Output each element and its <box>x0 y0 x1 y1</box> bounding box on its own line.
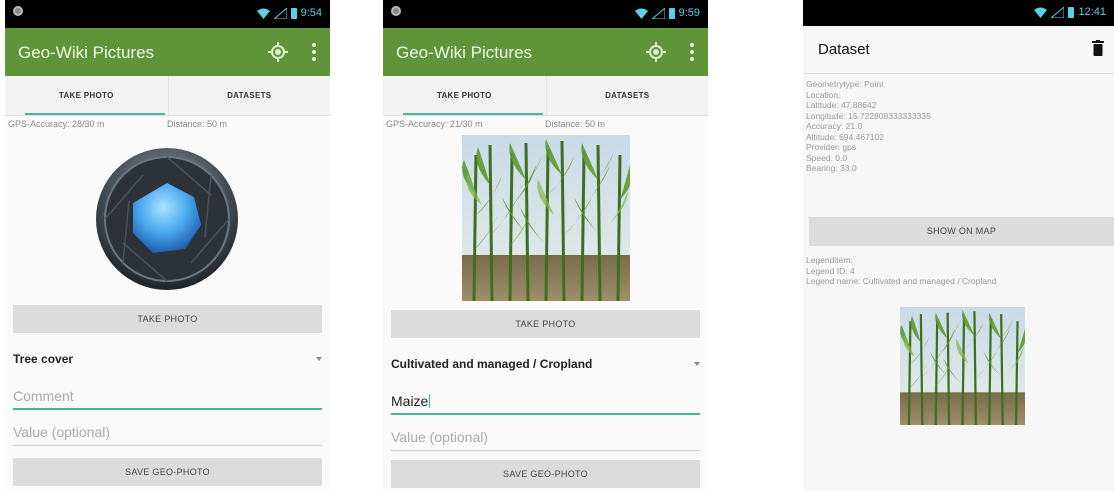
comment-field[interactable]: Maize <box>391 391 700 415</box>
dataset-title: Dataset <box>818 41 870 58</box>
tab-take-photo[interactable]: TAKE PHOTO <box>5 76 168 116</box>
status-bar: 9:59 <box>383 0 708 28</box>
phone-screen-dataset: 12:41 Dataset Geometrytype: Point Locati… <box>803 0 1114 491</box>
signal-icon <box>273 7 287 19</box>
dataset-header: Dataset <box>803 26 1114 74</box>
info-line: Bearing: 33.0 <box>806 163 857 173</box>
status-bar: 9:54 <box>5 0 330 28</box>
tab-datasets[interactable]: DATASETS <box>167 76 331 116</box>
info-line: Provider: gps <box>806 142 857 152</box>
comment-value: Maize <box>391 393 429 409</box>
value-field[interactable]: Value (optional) <box>13 422 322 446</box>
tab-datasets[interactable]: DATASETS <box>545 76 709 116</box>
comment-placeholder: Comment <box>13 388 74 404</box>
more-vert-icon[interactable] <box>690 43 694 61</box>
category-dropdown[interactable]: Tree cover <box>13 348 322 370</box>
info-line: Accuracy: 21.0 <box>806 121 863 131</box>
wifi-icon <box>256 8 270 19</box>
tab-bar: TAKE PHOTO DATASETS <box>383 76 708 116</box>
battery-icon <box>290 7 297 19</box>
gps-status: GPS-Accuracy: 21/30 m Distance: 50 m <box>383 116 708 131</box>
trash-icon[interactable] <box>1092 40 1104 56</box>
clock: 9:54 <box>300 7 322 19</box>
gps-status: GPS-Accuracy: 28/30 m Distance: 50 m <box>5 116 330 131</box>
value-field[interactable]: Value (optional) <box>391 427 700 451</box>
battery-icon <box>1068 6 1075 18</box>
dataset-photo <box>900 307 1025 425</box>
more-vert-icon[interactable] <box>312 43 316 61</box>
info-line: Longitude: 15.722808333333335 <box>806 110 931 121</box>
category-dropdown[interactable]: Cultivated and managed / Cropland <box>391 353 700 375</box>
battery-icon <box>668 7 675 19</box>
status-bar: 12:41 <box>803 0 1114 26</box>
notification-icon <box>391 6 401 16</box>
dropdown-arrow-icon <box>694 362 700 366</box>
save-geo-photo-button[interactable]: SAVE GEO-PHOTO <box>13 458 322 486</box>
gps-accuracy: GPS-Accuracy: 21/30 m <box>386 119 483 129</box>
app-title: Geo-Wiki Pictures <box>18 43 155 62</box>
gps-accuracy: GPS-Accuracy: 28/30 m <box>8 119 105 129</box>
legend-line: Legenditem: <box>806 255 853 265</box>
clock: 9:59 <box>678 7 700 19</box>
category-value: Cultivated and managed / Cropland <box>391 357 593 371</box>
take-photo-button[interactable]: TAKE PHOTO <box>391 310 700 338</box>
info-line: Speed: 0.0 <box>806 152 848 163</box>
info-line: Location: <box>806 89 841 100</box>
camera-aperture-icon <box>96 148 238 290</box>
legend-line: Legend name: Cultivated and managed / Cr… <box>806 276 997 286</box>
signal-icon <box>651 7 665 19</box>
dropdown-arrow-icon <box>316 357 322 361</box>
legend-line: Legend ID: 4 <box>806 265 855 276</box>
gps-locate-icon[interactable] <box>268 42 288 62</box>
show-on-map-button[interactable]: SHOW ON MAP <box>809 217 1114 246</box>
distance: Distance: 50 m <box>167 119 228 129</box>
category-value: Tree cover <box>13 352 74 366</box>
clock: 12:41 <box>1078 6 1106 18</box>
app-title: Geo-Wiki Pictures <box>396 43 533 62</box>
notification-icon <box>13 6 23 16</box>
comment-field[interactable]: Comment <box>13 386 322 410</box>
tab-indicator <box>25 113 165 115</box>
legend-info: Legenditem: Legend ID: 4 Legend name: Cu… <box>806 255 996 287</box>
take-photo-button[interactable]: TAKE PHOTO <box>13 305 322 333</box>
phone-screen-photo-taken: 9:59 Geo-Wiki Pictures TAKE PHOTO DATASE… <box>383 0 708 491</box>
tab-indicator <box>403 113 543 115</box>
app-bar: Geo-Wiki Pictures <box>5 28 330 76</box>
wifi-icon <box>1034 7 1048 18</box>
distance: Distance: 50 m <box>545 119 606 129</box>
tab-take-photo[interactable]: TAKE PHOTO <box>383 76 546 116</box>
wifi-icon <box>634 8 648 19</box>
signal-icon <box>1051 6 1065 18</box>
text-cursor <box>429 394 431 408</box>
location-info: Geometrytype: Point Location: Latitude: … <box>806 79 931 174</box>
save-geo-photo-button[interactable]: SAVE GEO-PHOTO <box>391 460 700 488</box>
value-placeholder: Value (optional) <box>13 424 111 440</box>
info-line: Latitude: 47.88642 <box>806 100 877 110</box>
info-line: Geometrytype: Point <box>806 79 884 89</box>
value-placeholder: Value (optional) <box>391 429 489 445</box>
tab-bar: TAKE PHOTO DATASETS <box>5 76 330 116</box>
info-line: Altitude: 694.467102 <box>806 131 884 142</box>
phone-screen-take-photo: 9:54 Geo-Wiki Pictures TAKE PHOTO DATASE… <box>5 0 330 491</box>
gps-locate-icon[interactable] <box>646 42 666 62</box>
crop-photo <box>462 135 630 301</box>
app-bar: Geo-Wiki Pictures <box>383 28 708 76</box>
